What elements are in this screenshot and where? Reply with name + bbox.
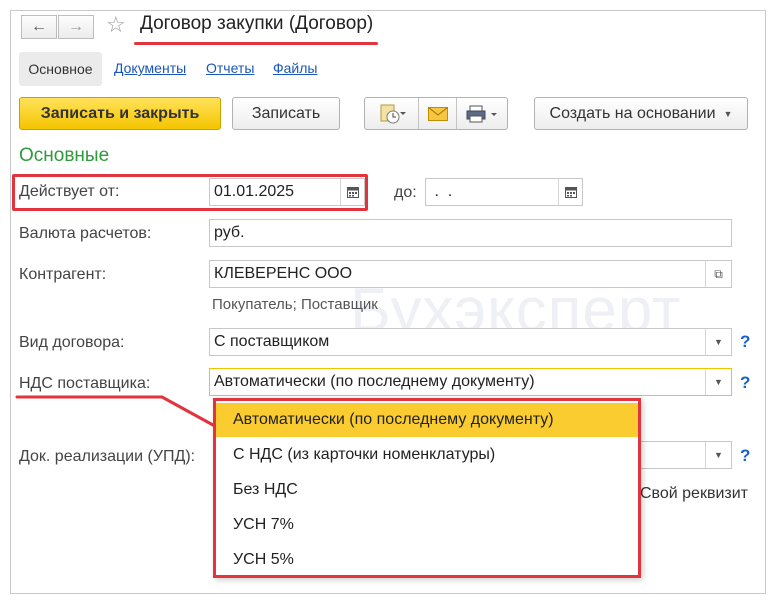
vat-option-no-vat[interactable]: Без НДС <box>216 473 638 507</box>
vat-option-usn-7[interactable]: УСН 7% <box>216 508 638 542</box>
chevron-down-icon[interactable]: ▼ <box>705 442 731 468</box>
vat-option-auto[interactable]: Автоматически (по последнему документу) <box>216 403 638 437</box>
vat-option-with-vat[interactable]: С НДС (из карточки номенклатуры) <box>216 438 638 472</box>
vat-option-usn-5[interactable]: УСН 5% <box>216 543 638 577</box>
doc-realization-select[interactable]: ▼ <box>640 441 732 469</box>
vat-options-dropdown: Автоматически (по последнему документу) … <box>213 398 641 578</box>
doc-realization-label: Док. реализации (УПД): <box>19 448 196 465</box>
help-icon[interactable]: ? <box>740 446 750 466</box>
own-requisite-label: Свой реквизит <box>640 485 748 502</box>
